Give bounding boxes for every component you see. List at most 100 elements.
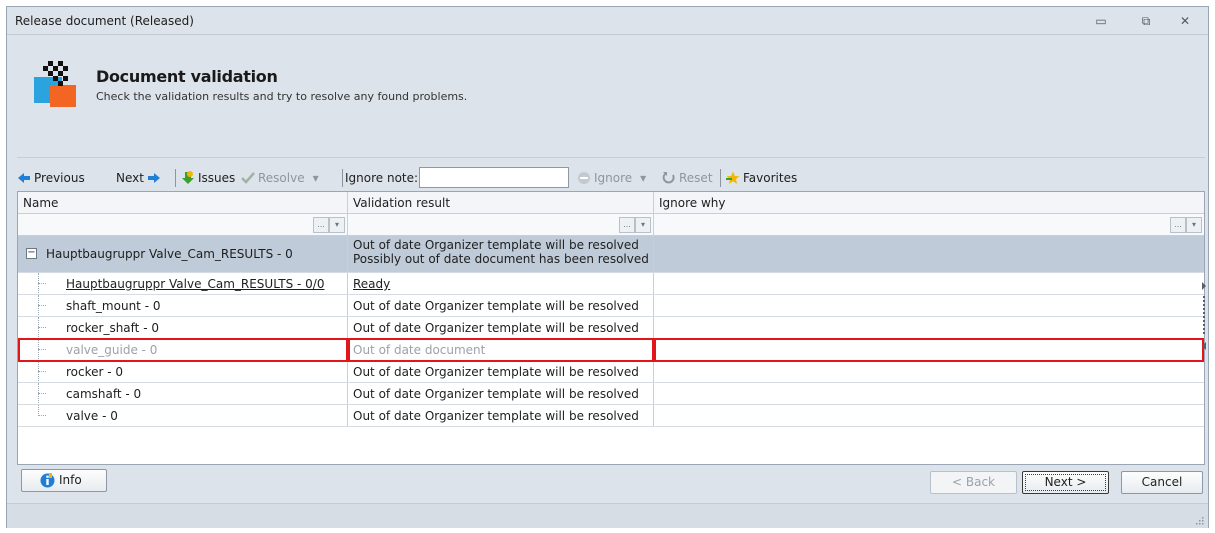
filter-ellipsis-button[interactable]: ... (313, 217, 329, 233)
ignore-note-input[interactable] (419, 167, 569, 188)
validation-logo-icon (34, 61, 76, 107)
row-result[interactable]: Ready (353, 277, 390, 291)
group-name: Hauptbaugruppr Valve_Cam_RESULTS - 0 (46, 247, 293, 261)
next-toolbar-button[interactable]: Next (116, 170, 161, 186)
table-row-ignored[interactable]: valve_guide - 0 Out of date document (18, 339, 1204, 361)
toolbar: Previous Next Issues Resolve ▾ Ignore no… (17, 167, 1205, 189)
ignore-note-label: Ignore note: (345, 171, 419, 185)
filter-dropdown-button[interactable]: ▾ (1186, 217, 1202, 233)
filter-dropdown-button[interactable]: ▾ (635, 217, 651, 233)
result-cell: Out of date document (348, 339, 654, 360)
column-header-ignore-why[interactable]: Ignore why (654, 192, 1204, 214)
table-row[interactable]: camshaft - 0 Out of date Organizer templ… (18, 383, 1204, 405)
ignore-icon (578, 172, 590, 184)
column-header-validation-result[interactable]: Validation result (348, 192, 654, 214)
row-result: Out of date Organizer template will be r… (353, 409, 639, 423)
result-cell: Ready (348, 273, 654, 294)
info-label: Info (59, 473, 82, 487)
result-cell: Out of date Organizer template will be r… (348, 361, 654, 382)
reset-label: Reset (679, 171, 713, 185)
name-cell: rocker_shaft - 0 (18, 317, 348, 338)
name-cell: shaft_mount - 0 (18, 295, 348, 316)
arrow-left-icon (18, 173, 30, 183)
table-row[interactable]: shaft_mount - 0 Out of date Organizer te… (18, 295, 1204, 317)
cancel-button[interactable]: Cancel (1121, 471, 1203, 494)
ignore-dropdown-icon[interactable]: ▾ (640, 171, 646, 185)
minimize-button[interactable]: ▭ (1091, 12, 1111, 30)
collapse-toggle[interactable]: − (26, 248, 37, 259)
group-name-cell: − Hauptbaugruppr Valve_Cam_RESULTS - 0 (18, 236, 348, 272)
restore-button[interactable]: ⧉ (1136, 12, 1156, 30)
filter-ellipsis-button[interactable]: ... (619, 217, 635, 233)
filter-cell-ignore-why[interactable]: ... ▾ (654, 214, 1204, 236)
name-cell: rocker - 0 (18, 361, 348, 382)
next-label: Next (116, 171, 144, 185)
group-ignore-why-cell[interactable] (654, 236, 1204, 272)
row-result: Out of date Organizer template will be r… (353, 365, 639, 379)
row-name: rocker_shaft - 0 (66, 321, 159, 335)
toolbar-separator (720, 169, 721, 187)
resolve-label: Resolve (258, 171, 305, 185)
ignore-why-cell[interactable] (654, 361, 1204, 382)
table-row[interactable]: rocker_shaft - 0 Out of date Organizer t… (18, 317, 1204, 339)
reset-icon (662, 172, 675, 184)
previous-button[interactable]: Previous (17, 170, 85, 186)
row-result: Out of date Organizer template will be r… (353, 321, 639, 335)
next-button[interactable]: Next > (1022, 471, 1109, 494)
group-result-cell: Out of date Organizer template will be r… (348, 236, 654, 272)
window-title: Release document (Released) (15, 14, 194, 28)
table-row[interactable]: Hauptbaugruppr Valve_Cam_RESULTS - 0/0 R… (18, 273, 1204, 295)
row-name: valve - 0 (66, 409, 118, 423)
name-cell: Hauptbaugruppr Valve_Cam_RESULTS - 0/0 (18, 273, 348, 294)
row-result: Out of date Organizer template will be r… (353, 299, 639, 313)
name-cell: valve - 0 (18, 405, 348, 426)
ignore-why-cell[interactable] (654, 273, 1204, 294)
group-result-line-2: Possibly out of date document has been r… (353, 252, 649, 266)
row-name[interactable]: Hauptbaugruppr Valve_Cam_RESULTS - 0/0 (66, 277, 324, 291)
page-header: Document validation Check the validation… (7, 35, 1208, 158)
release-document-window: Release document (Released) ▭ ⧉ ✕ Docume… (6, 6, 1209, 528)
back-button[interactable]: < Back (930, 471, 1017, 494)
resize-grip-icon[interactable] (1194, 515, 1204, 525)
ignore-why-cell[interactable] (654, 339, 1204, 360)
resolve-dropdown-icon[interactable]: ▾ (313, 171, 319, 185)
favorites-label: Favorites (743, 171, 798, 185)
result-cell: Out of date Organizer template will be r… (348, 383, 654, 404)
column-header-name[interactable]: Name (18, 192, 348, 214)
ignore-why-cell[interactable] (654, 317, 1204, 338)
checkmark-icon (241, 172, 255, 184)
header-divider (17, 157, 1205, 158)
ignore-why-cell[interactable] (654, 405, 1204, 426)
validation-grid: Name Validation result Ignore why ... ▾ … (17, 191, 1208, 465)
table-row[interactable]: rocker - 0 Out of date Organizer templat… (18, 361, 1204, 383)
favorites-button[interactable]: Favorites (726, 170, 797, 186)
close-button[interactable]: ✕ (1175, 12, 1195, 30)
ignore-button[interactable]: Ignore ▾ (577, 170, 646, 186)
ignore-why-cell[interactable] (654, 295, 1204, 316)
arrow-right-icon (147, 173, 160, 183)
result-cell: Out of date Organizer template will be r… (348, 295, 654, 316)
page-subtitle: Check the validation results and try to … (96, 90, 468, 103)
title-bar: Release document (Released) ▭ ⧉ ✕ (7, 7, 1208, 35)
filter-ellipsis-button[interactable]: ... (1170, 217, 1186, 233)
group-row[interactable]: − Hauptbaugruppr Valve_Cam_RESULTS - 0 O… (18, 236, 1204, 273)
ignore-label: Ignore (594, 171, 633, 185)
issues-label: Issues (198, 171, 236, 185)
page-title: Document validation (96, 67, 278, 86)
filter-cell-name[interactable]: ... ▾ (18, 214, 348, 236)
ignore-why-cell[interactable] (654, 383, 1204, 404)
row-name: rocker - 0 (66, 365, 124, 379)
info-button[interactable]: Info (21, 469, 107, 492)
splitter-grip-icon[interactable] (1200, 282, 1208, 352)
issues-button[interactable]: Issues (181, 170, 235, 186)
filter-dropdown-button[interactable]: ▾ (329, 217, 345, 233)
name-cell: camshaft - 0 (18, 383, 348, 404)
resolve-button[interactable]: Resolve ▾ (241, 170, 319, 186)
reset-button[interactable]: Reset (662, 170, 713, 186)
filter-cell-validation-result[interactable]: ... ▾ (348, 214, 654, 236)
name-cell: valve_guide - 0 (18, 339, 348, 360)
table-row[interactable]: valve - 0 Out of date Organizer template… (18, 405, 1204, 427)
row-name: camshaft - 0 (66, 387, 142, 401)
issues-icon (182, 171, 194, 184)
toolbar-separator (342, 169, 343, 187)
